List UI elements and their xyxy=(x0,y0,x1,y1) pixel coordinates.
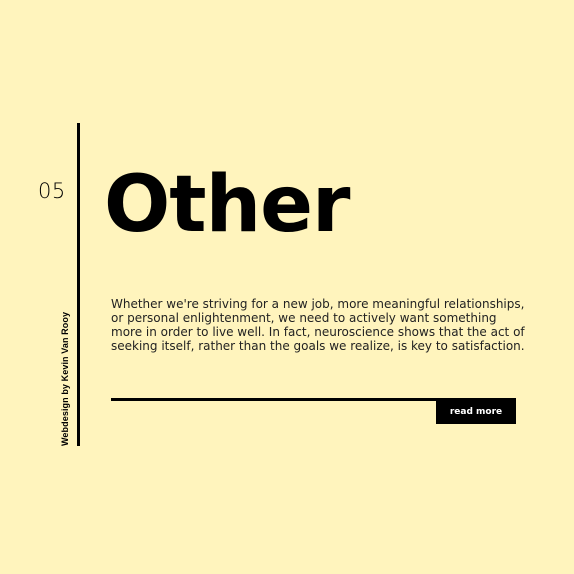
credit-text: Webdesign by Kevin Van Rooy xyxy=(60,311,70,446)
slide: 05 Webdesign by Kevin Van Rooy Other Whe… xyxy=(0,0,574,574)
section-title: Other xyxy=(104,160,350,250)
section-number: 05 xyxy=(38,179,66,203)
section-description: Whether we're striving for a new job, mo… xyxy=(111,297,525,353)
vertical-divider xyxy=(77,123,80,446)
read-more-button[interactable]: read more xyxy=(436,401,516,424)
